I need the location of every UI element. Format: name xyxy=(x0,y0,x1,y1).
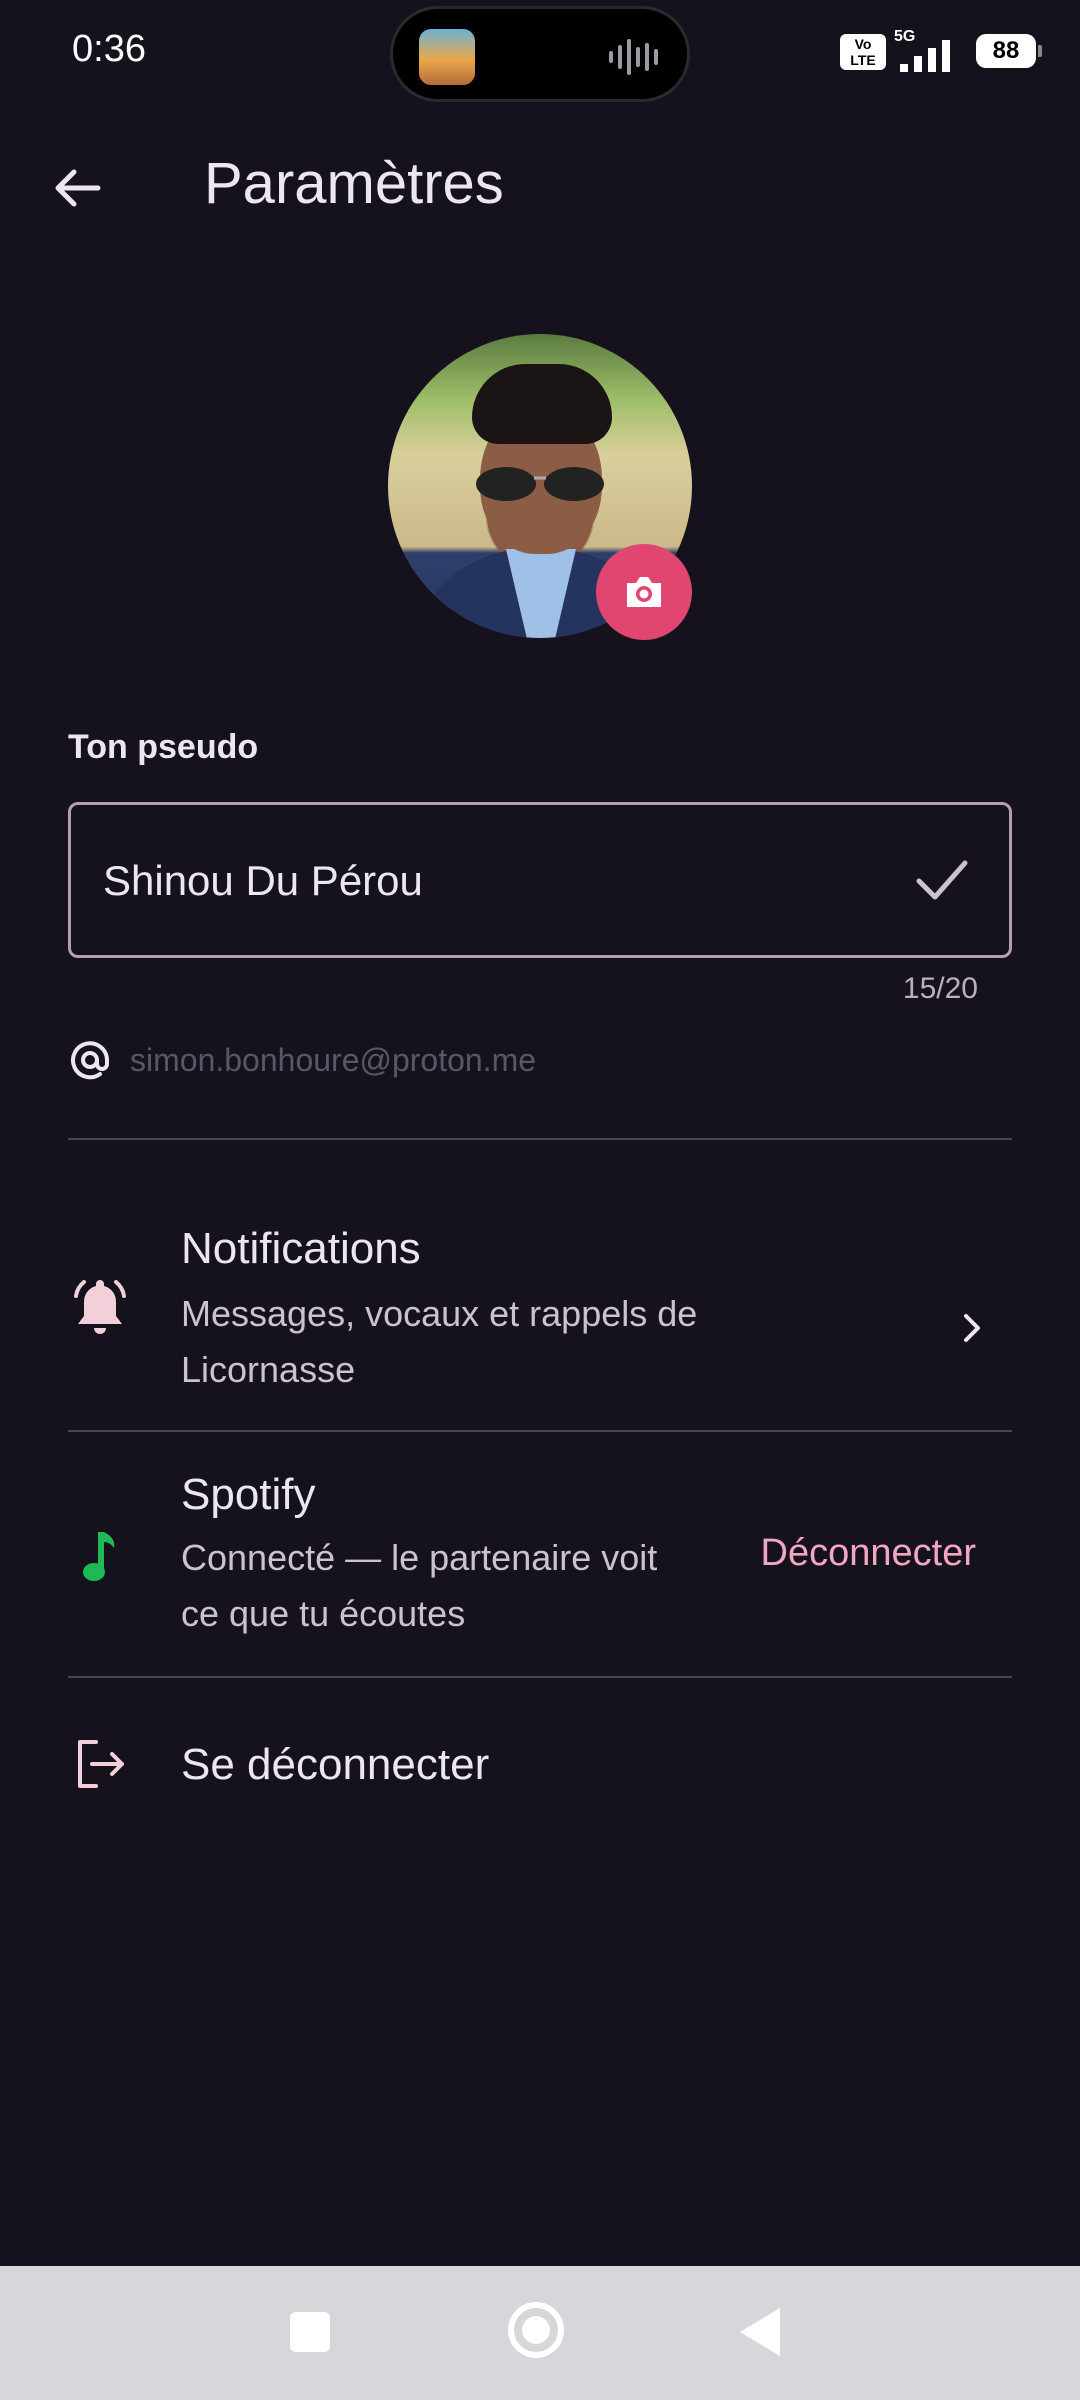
spotify-subtitle: Connecté — le partenaire voit ce que tu … xyxy=(181,1537,658,1634)
system-back-button[interactable] xyxy=(740,2308,780,2356)
divider xyxy=(68,1676,1012,1678)
camera-icon xyxy=(627,577,661,607)
spotify-title: Spotify xyxy=(181,1470,316,1519)
char-counter: 15/20 xyxy=(902,972,978,1005)
email-text: simon.bonhoure@proton.me xyxy=(130,1042,537,1078)
logout-row[interactable]: Se déconnecter xyxy=(68,1720,1012,1820)
change-photo-button[interactable] xyxy=(596,544,692,640)
status-icons: Vo LTE 5G 88 xyxy=(840,28,1042,74)
at-icon xyxy=(71,1041,109,1080)
dynamic-island[interactable] xyxy=(390,6,690,102)
check-icon[interactable] xyxy=(911,849,973,911)
notifications-row[interactable]: Notifications Messages, vocaux et rappel… xyxy=(68,1210,1012,1426)
avatar-hair xyxy=(472,364,612,444)
notifications-subtitle: Messages, vocaux et rappels de Licornass… xyxy=(181,1293,698,1390)
spotify-disconnect-button[interactable]: Déconnecter xyxy=(761,1532,976,1575)
back-arrow-icon xyxy=(55,169,101,207)
audio-wave-icon xyxy=(609,39,658,75)
page-title: Paramètres xyxy=(204,151,504,216)
pseudo-label: Ton pseudo xyxy=(68,728,259,766)
bell-icon xyxy=(68,1274,132,1338)
media-thumbnail xyxy=(419,29,475,85)
divider xyxy=(68,1430,1012,1432)
logout-icon xyxy=(68,1732,132,1796)
pseudo-input[interactable]: Shinou Du Pérou xyxy=(68,802,1012,958)
spotify-row: Spotify Connecté — le partenaire voit ce… xyxy=(68,1460,1012,1670)
avatar-glasses xyxy=(476,467,604,501)
music-note-icon xyxy=(68,1524,132,1588)
chevron-right-icon xyxy=(964,1314,980,1342)
notifications-title: Notifications xyxy=(181,1224,421,1273)
volte-badge: Vo LTE xyxy=(840,34,886,70)
divider xyxy=(68,1138,1012,1140)
status-bar: 0:36 Vo LTE 5G 88 xyxy=(0,0,1080,105)
battery-indicator: 88 xyxy=(976,34,1042,68)
back-button[interactable] xyxy=(48,158,108,218)
logout-title: Se déconnecter xyxy=(181,1740,490,1789)
signal-icon xyxy=(900,40,950,72)
pseudo-value[interactable]: Shinou Du Pérou xyxy=(103,857,423,905)
system-nav-bar xyxy=(0,2266,1080,2400)
home-button[interactable] xyxy=(508,2302,564,2358)
recents-button[interactable] xyxy=(290,2312,330,2352)
status-time: 0:36 xyxy=(72,28,146,70)
